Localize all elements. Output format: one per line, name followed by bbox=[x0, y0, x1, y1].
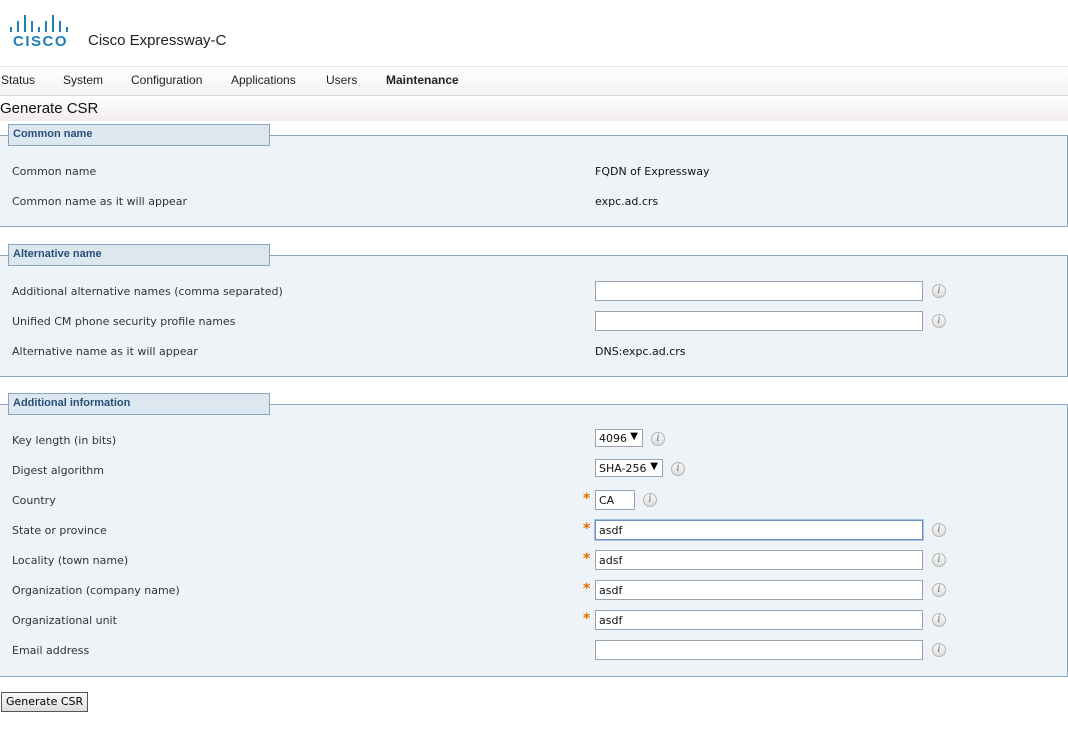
required-marker: * bbox=[583, 491, 591, 507]
info-icon[interactable]: i bbox=[671, 462, 685, 476]
country-input[interactable] bbox=[595, 490, 635, 510]
section-title: Common name bbox=[13, 128, 93, 140]
nav-system[interactable]: System bbox=[63, 73, 103, 87]
nav-status[interactable]: Status bbox=[1, 73, 35, 87]
state-label: State or province bbox=[12, 524, 107, 537]
page-title: Generate CSR bbox=[0, 100, 99, 117]
organization-label: Organization (company name) bbox=[12, 584, 180, 597]
common-name-appear-value: expc.ad.crs bbox=[595, 195, 659, 208]
required-marker: * bbox=[583, 581, 591, 597]
info-icon[interactable]: i bbox=[932, 613, 946, 627]
info-icon[interactable]: i bbox=[932, 583, 946, 597]
digest-algorithm-select[interactable]: SHA-256 ▼ bbox=[595, 459, 663, 477]
info-icon[interactable]: i bbox=[643, 493, 657, 507]
key-length-value: 4096 bbox=[599, 432, 627, 445]
common-name-appear-label: Common name as it will appear bbox=[12, 195, 187, 208]
header: CISCO Cisco Expressway-C bbox=[0, 0, 1068, 67]
key-length-select[interactable]: 4096 ▼ bbox=[595, 429, 643, 447]
alt-name-appear-value: DNS:expc.ad.crs bbox=[595, 345, 686, 358]
info-icon[interactable]: i bbox=[651, 432, 665, 446]
alt-name-appear-label: Alternative name as it will appear bbox=[12, 345, 198, 358]
email-label: Email address bbox=[12, 644, 90, 657]
additional-information-section: Key length (in bits) 4096 ▼ i Digest alg… bbox=[0, 404, 1068, 677]
chevron-down-icon: ▼ bbox=[650, 461, 658, 472]
digest-algorithm-label: Digest algorithm bbox=[12, 464, 104, 477]
section-title: Alternative name bbox=[13, 248, 102, 260]
common-name-value: FQDN of Expressway bbox=[595, 165, 710, 178]
org-unit-label: Organizational unit bbox=[12, 614, 117, 627]
section-title: Additional information bbox=[13, 397, 131, 409]
additional-information-section-header: Additional information bbox=[8, 393, 270, 415]
generate-csr-button[interactable]: Generate CSR bbox=[1, 692, 89, 712]
nav-maintenance[interactable]: Maintenance bbox=[386, 73, 459, 87]
info-icon[interactable]: i bbox=[932, 314, 946, 328]
state-input[interactable] bbox=[595, 520, 923, 540]
chevron-down-icon: ▼ bbox=[630, 431, 638, 442]
country-label: Country bbox=[12, 494, 56, 507]
ucm-profile-names-label: Unified CM phone security profile names bbox=[12, 315, 236, 328]
additional-alt-names-label: Additional alternative names (comma sepa… bbox=[12, 285, 283, 298]
common-name-section-header: Common name bbox=[8, 124, 270, 146]
nav-users[interactable]: Users bbox=[326, 73, 357, 87]
info-icon[interactable]: i bbox=[932, 643, 946, 657]
alternative-name-section-header: Alternative name bbox=[8, 244, 270, 266]
page-title-bar: Generate CSR bbox=[0, 96, 1068, 121]
required-marker: * bbox=[583, 551, 591, 567]
common-name-label: Common name bbox=[12, 165, 97, 178]
required-marker: * bbox=[583, 521, 591, 537]
nav-configuration[interactable]: Configuration bbox=[131, 73, 202, 87]
cisco-bars-icon bbox=[8, 12, 72, 32]
locality-input[interactable] bbox=[595, 550, 923, 570]
cisco-logo: CISCO bbox=[8, 12, 72, 50]
email-input[interactable] bbox=[595, 640, 923, 660]
additional-alt-names-input[interactable] bbox=[595, 281, 923, 301]
locality-label: Locality (town name) bbox=[12, 554, 129, 567]
info-icon[interactable]: i bbox=[932, 553, 946, 567]
digest-algorithm-value: SHA-256 bbox=[599, 462, 647, 475]
required-marker: * bbox=[583, 611, 591, 627]
common-name-section: Common name FQDN of Expressway Common na… bbox=[0, 135, 1068, 227]
ucm-profile-names-input[interactable] bbox=[595, 311, 923, 331]
org-unit-input[interactable] bbox=[595, 610, 923, 630]
alternative-name-section: Additional alternative names (comma sepa… bbox=[0, 255, 1068, 377]
info-icon[interactable]: i bbox=[932, 523, 946, 537]
info-icon[interactable]: i bbox=[932, 284, 946, 298]
cisco-wordmark: CISCO bbox=[13, 33, 69, 50]
product-name: Cisco Expressway-C bbox=[88, 32, 227, 49]
organization-input[interactable] bbox=[595, 580, 923, 600]
key-length-label: Key length (in bits) bbox=[12, 434, 117, 447]
main-nav: Status System Configuration Applications… bbox=[0, 67, 1068, 96]
nav-applications[interactable]: Applications bbox=[231, 73, 296, 87]
